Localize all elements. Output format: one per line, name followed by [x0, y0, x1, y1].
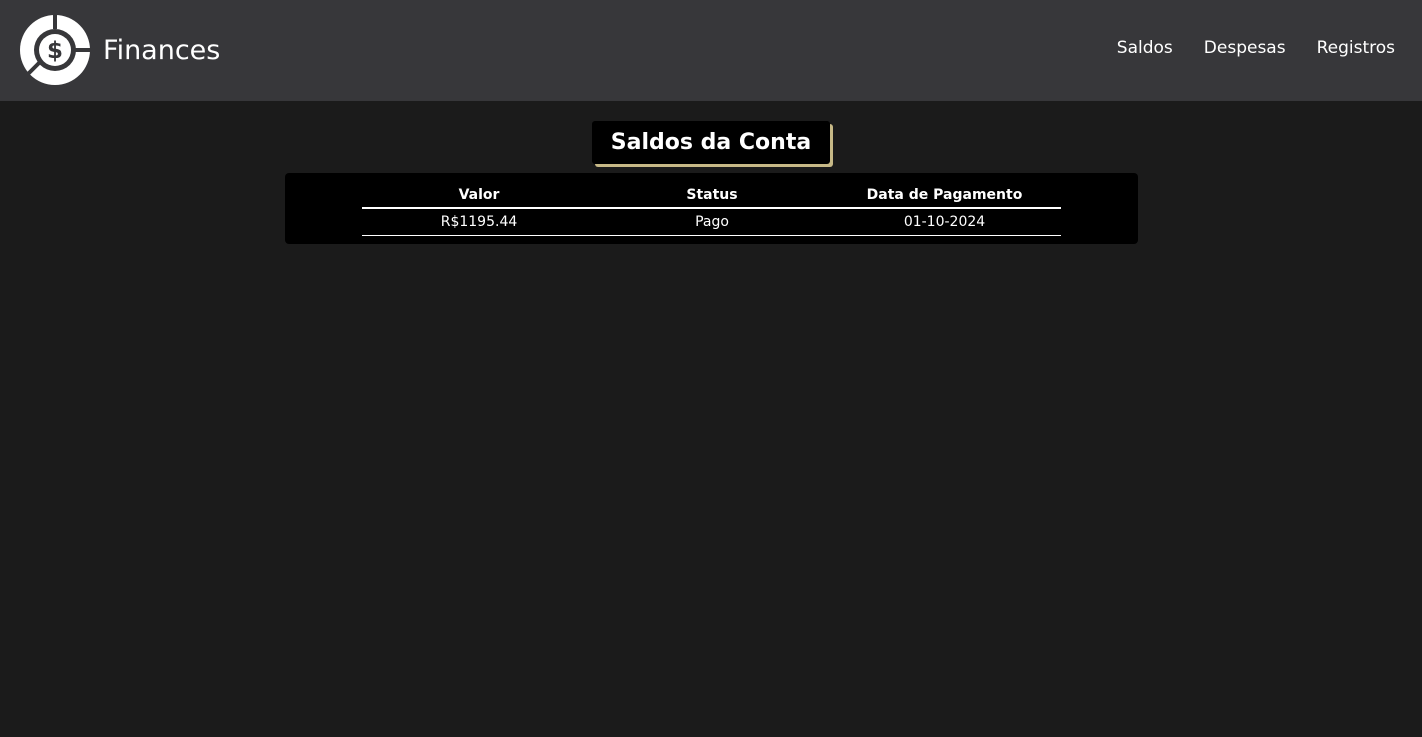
table-header-row: Valor Status Data de Pagamento: [362, 183, 1061, 209]
dollar-coin-pie-icon: $: [20, 15, 90, 85]
table-row: R$1195.44 Pago 01-10-2024: [362, 208, 1061, 236]
page-title-box: Saldos da Conta: [592, 121, 830, 164]
brand-name: Finances: [103, 34, 221, 66]
top-navbar: $ Finances Saldos Despesas Registros: [0, 0, 1422, 101]
nav-link-despesas[interactable]: Despesas: [1204, 38, 1286, 58]
brand[interactable]: $ Finances: [20, 15, 220, 85]
balances-panel: Valor Status Data de Pagamento R$1195.44…: [285, 173, 1138, 244]
cell-status: Pago: [596, 208, 828, 236]
cell-valor: R$1195.44: [362, 208, 596, 236]
column-header-data-pagamento: Data de Pagamento: [828, 183, 1061, 209]
main-nav: Saldos Despesas Registros: [1117, 38, 1395, 58]
cell-data-pagamento: 01-10-2024: [828, 208, 1061, 236]
nav-link-saldos[interactable]: Saldos: [1117, 38, 1173, 58]
balances-table: Valor Status Data de Pagamento R$1195.44…: [362, 183, 1061, 236]
column-header-status: Status: [596, 183, 828, 209]
nav-link-registros[interactable]: Registros: [1317, 38, 1395, 58]
page-title: Saldos da Conta: [610, 130, 812, 155]
column-header-valor: Valor: [362, 183, 596, 209]
svg-text:$: $: [47, 38, 63, 64]
